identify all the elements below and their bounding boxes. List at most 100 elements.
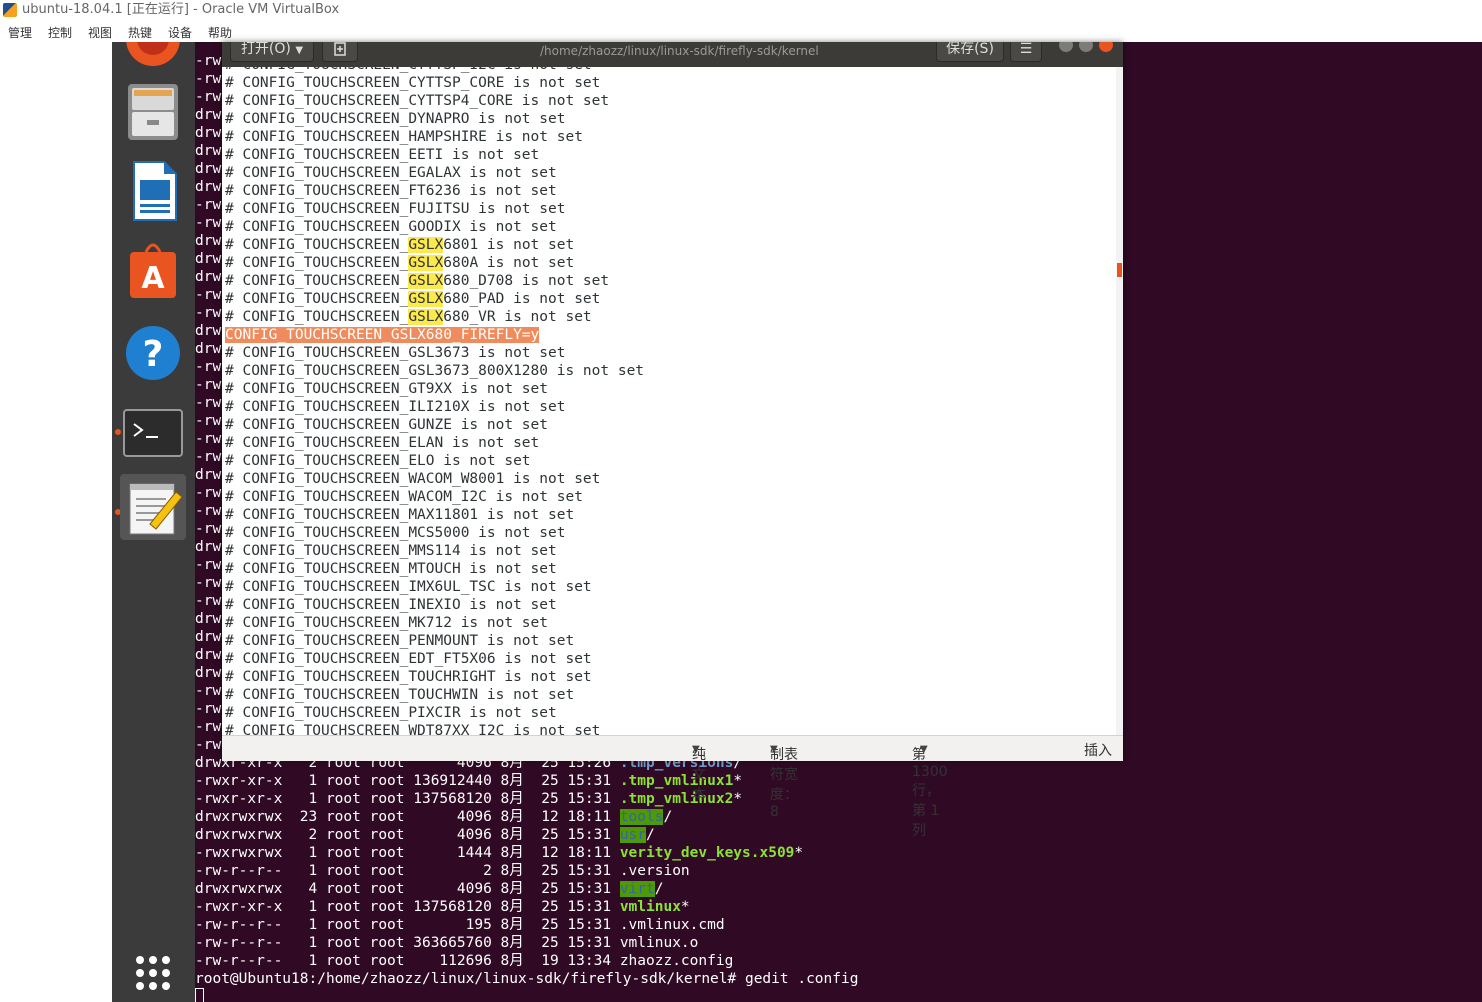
file-name: virt [619,881,655,897]
terminal-line-fragment: -rw [195,395,222,411]
terminal-line-fragment: -rw [195,719,222,735]
libreoffice-impress-icon[interactable] [120,156,186,222]
file-name: zhaozz.config [619,953,734,969]
terminal-prompt: root@Ubuntu18:/home/zhaozz/linux/linux-s… [195,971,859,987]
cursor-position-label: 第 1300 行，第 1 列 [912,747,948,839]
editor-line: # CONFIG_TOUCHSCREEN_GT9XX is not set [225,380,548,398]
editor-line-text: # CONFIG_TOUCHSCREEN_EGALAX is not set [225,165,557,181]
files-icon[interactable] [120,76,186,142]
editor-line-text: # CONFIG_TOUCHSCREEN_ELO is not set [225,453,531,469]
editor-line-text: # CONFIG_TOUCHSCREEN_GUNZE is not set [225,417,549,433]
terminal-listing-row: -rw-r--r-- 1 root root 195 8月 25 15:31 .… [195,916,725,934]
terminal-line-fragment: drw [195,467,222,483]
help-icon[interactable]: ? [120,320,186,386]
hamburger-menu-button[interactable]: ☰ [1010,42,1042,62]
editor-line: # CONFIG_TOUCHSCREEN_GSL3673_800X1280 is… [225,362,644,380]
editor-line-text: 6801 is not set [443,237,575,253]
editor-line-text: # CONFIG_TOUCHSCREEN_INEXIO is not set [225,597,557,613]
editor-line: # CONFIG_TOUCHSCREEN_INEXIO is not set [225,596,557,614]
file-meta: drwxrwxrwx 23 root root 4096 8月 12 18:11 [195,809,620,825]
menu-hotkeys[interactable]: 热键 [128,24,152,41]
editor-line-text: # CONFIG_TOUCHSCREEN_CYTTSP4_CORE is not… [225,93,610,109]
vertical-scrollbar[interactable] [1116,67,1123,735]
open-button-label: 打开(O) [240,42,291,57]
file-meta: -rwxr-xr-x 1 root root 137568120 8月 25 1… [195,899,620,915]
terminal-line-fragment: -rw [195,449,222,465]
editor-line: # CONFIG_TOUCHSCREEN_CYTTSP4_CORE is not… [225,92,609,110]
menu-manage[interactable]: 管理 [8,24,32,41]
terminal-line-fragment: drw [195,323,222,339]
editor-line: # CONFIG_TOUCHSCREEN_GSLX680_PAD is not … [225,290,600,308]
editor-line-text: # CONFIG_TOUCHSCREEN_WACOM_W8001 is not … [225,471,601,487]
menu-help[interactable]: 帮助 [208,24,232,41]
file-meta: -rw-r--r-- 1 root root 2 8月 25 15:31 [195,863,620,879]
maximize-icon[interactable] [1079,42,1093,52]
terminal-line-fragment: drw [195,341,222,357]
editor-line: # CONFIG_TOUCHSCREEN_IMX6UL_TSC is not s… [225,578,592,596]
editor-line-text: # CONFIG_TOUCHSCREEN_GOODIX is not set [225,219,557,235]
editor-line-text: # CONFIG_TOUCHSCREEN_GT9XX is not set [225,381,549,397]
editor-line-text: # CONFIG_TOUCHSCREEN_ILI210X is not set [225,399,566,415]
chevron-down-icon: ▼ [692,744,700,755]
file-type-suffix: * [733,773,743,789]
current-line-highlight: CONFIG_TOUCHSCREEN_GSLX680_FIREFLY=y [225,327,540,343]
terminal-line-fragment: -rw [195,287,222,303]
new-document-button[interactable] [322,42,358,62]
editor-line: # CONFIG_TOUCHSCREEN_ELO is not set [225,452,531,470]
editor-line-text: # CONFIG_TOUCHSCREEN_ [225,237,409,253]
editor-line-text: # CONFIG_TOUCHSCREEN_MK712 is not set [225,615,549,631]
close-icon[interactable] [1099,42,1113,52]
menu-control[interactable]: 控制 [48,24,72,41]
editor-line-text: # CONFIG_TOUCHSCREEN_EDT_FT5X06 is not s… [225,651,592,667]
file-type-suffix: / [646,827,655,843]
search-match-highlight: GSLX [408,291,444,307]
editor-line: CONFIG_TOUCHSCREEN_GSLX680_FIREFLY=y [225,326,540,344]
editor-line: # CONFIG_TOUCHSCREEN_TOUCHRIGHT is not s… [225,668,592,686]
terminal-line-fragment: drw [195,269,222,285]
scrollbar-thumb[interactable] [1117,263,1122,277]
editor-line-text: # CONFIG_TOUCHSCREEN_ELAN is not set [225,435,540,451]
editor-line-text: # CONFIG_TOUCHSCREEN_MAX11801 is not set [225,507,575,523]
terminal-line-fragment: drw [195,107,222,123]
terminal-line-fragment: -rw [195,377,222,393]
editor-line: # CONFIG_TOUCHSCREEN_WACOM_W8001 is not … [225,470,600,488]
file-name: tools [619,809,664,825]
text-editor-icon[interactable] [120,474,186,540]
show-apps-icon[interactable] [120,940,186,1002]
terminal-line-fragment: -rw [195,305,222,321]
terminal-line-fragment: drw [195,539,222,555]
file-name: vmlinux.o [619,935,699,951]
editor-text-area[interactable]: # CONFIG_TOUCHSCREEN_CYTTSP_I2C is not s… [222,67,1116,735]
save-button[interactable]: 保存(S) [936,42,1004,62]
terminal-line-fragment: -rw [195,413,222,429]
editor-line-text: # CONFIG_TOUCHSCREEN_TOUCHRIGHT is not s… [225,669,592,685]
editor-line-partial: # CONFIG_TOUCHSCREEN_CYTTSP_I2C is not s… [225,67,592,74]
editor-line-text: # CONFIG_TOUCHSCREEN_FT6236 is not set [225,183,557,199]
open-button[interactable]: 打开(O) ▼ [230,42,314,62]
editor-line-text: # CONFIG_TOUCHSCREEN_IMX6UL_TSC is not s… [225,579,592,595]
menu-devices[interactable]: 设备 [168,24,192,41]
file-name: .tmp_vmlinux1 [619,773,734,789]
terminal-listing-row: drwxrwxrwx 4 root root 4096 8月 25 15:31 … [195,880,663,898]
terminal-line-fragment: -rw [195,89,222,105]
editor-line-text: # CONFIG_TOUCHSCREEN_ [225,273,409,289]
minimize-icon[interactable] [1059,42,1073,52]
file-meta: -rw-r--r-- 1 root root 112696 8月 19 13:3… [195,953,620,969]
terminal-line-fragment: -rw [195,485,222,501]
editor-line: # CONFIG_TOUCHSCREEN_MTOUCH is not set [225,560,557,578]
firefox-icon[interactable] [120,42,186,72]
terminal-listing-row: -rwxr-xr-x 1 root root 137568120 8月 25 1… [195,898,690,916]
editor-line: # CONFIG_TOUCHSCREEN_HAMPSHIRE is not se… [225,128,583,146]
terminal-line-fragment: drw [195,665,222,681]
save-button-label: 保存(S) [946,42,994,57]
editor-line: # CONFIG_TOUCHSCREEN_MMS114 is not set [225,542,557,560]
menu-view[interactable]: 视图 [88,24,112,41]
file-type-suffix: * [794,845,804,861]
terminal-line-fragment: drw [195,647,222,663]
file-type-suffix: / [663,809,673,825]
terminal-icon[interactable] [120,400,186,466]
chevron-down-icon: ▼ [295,45,304,56]
editor-line-text: # CONFIG_TOUCHSCREEN_EETI is not set [225,147,540,163]
insert-mode-indicator[interactable]: 插入 [1084,740,1112,760]
software-center-icon[interactable]: A [120,236,186,302]
